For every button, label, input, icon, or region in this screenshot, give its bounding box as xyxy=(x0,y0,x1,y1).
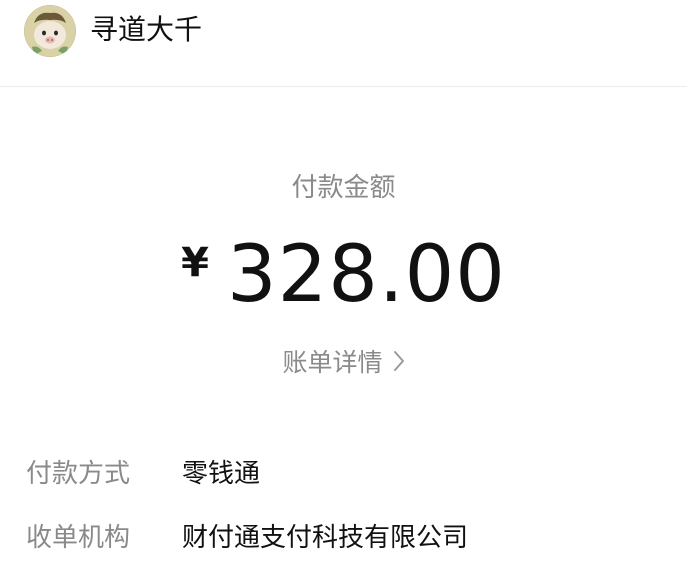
merchant-avatar[interactable] xyxy=(24,5,76,57)
payment-method-key: 付款方式 xyxy=(26,459,131,489)
payment-method-value: 零钱通 xyxy=(182,459,261,489)
bill-detail-label: 账单详情 xyxy=(282,348,383,377)
amount-label: 付款金额 xyxy=(291,173,396,203)
bill-detail-link[interactable]: 账单详情 xyxy=(0,346,687,381)
acquirer-row: 收单机构 财付通支付科技有限公司 xyxy=(26,518,468,558)
amount-display: ¥328.00 xyxy=(0,228,687,328)
payment-receipt-page: 寻道大千 付款金额 ¥328.00 账单详情 付款方式 零钱通 收单机构 财付通支付… xyxy=(0,0,687,567)
acquirer-key: 收单机构 xyxy=(26,523,131,553)
merchant-header: 寻道大千 xyxy=(0,0,687,87)
merchant-name: 寻道大千 xyxy=(90,13,203,46)
payment-method-row: 付款方式 零钱通 xyxy=(26,454,260,494)
payment-amount: 328.00 xyxy=(226,230,506,320)
cartoon-pig-avatar-icon xyxy=(24,5,76,57)
currency-symbol: ¥ xyxy=(181,240,209,286)
acquirer-value: 财付通支付科技有限公司 xyxy=(182,523,469,553)
chevron-right-icon xyxy=(393,347,405,381)
